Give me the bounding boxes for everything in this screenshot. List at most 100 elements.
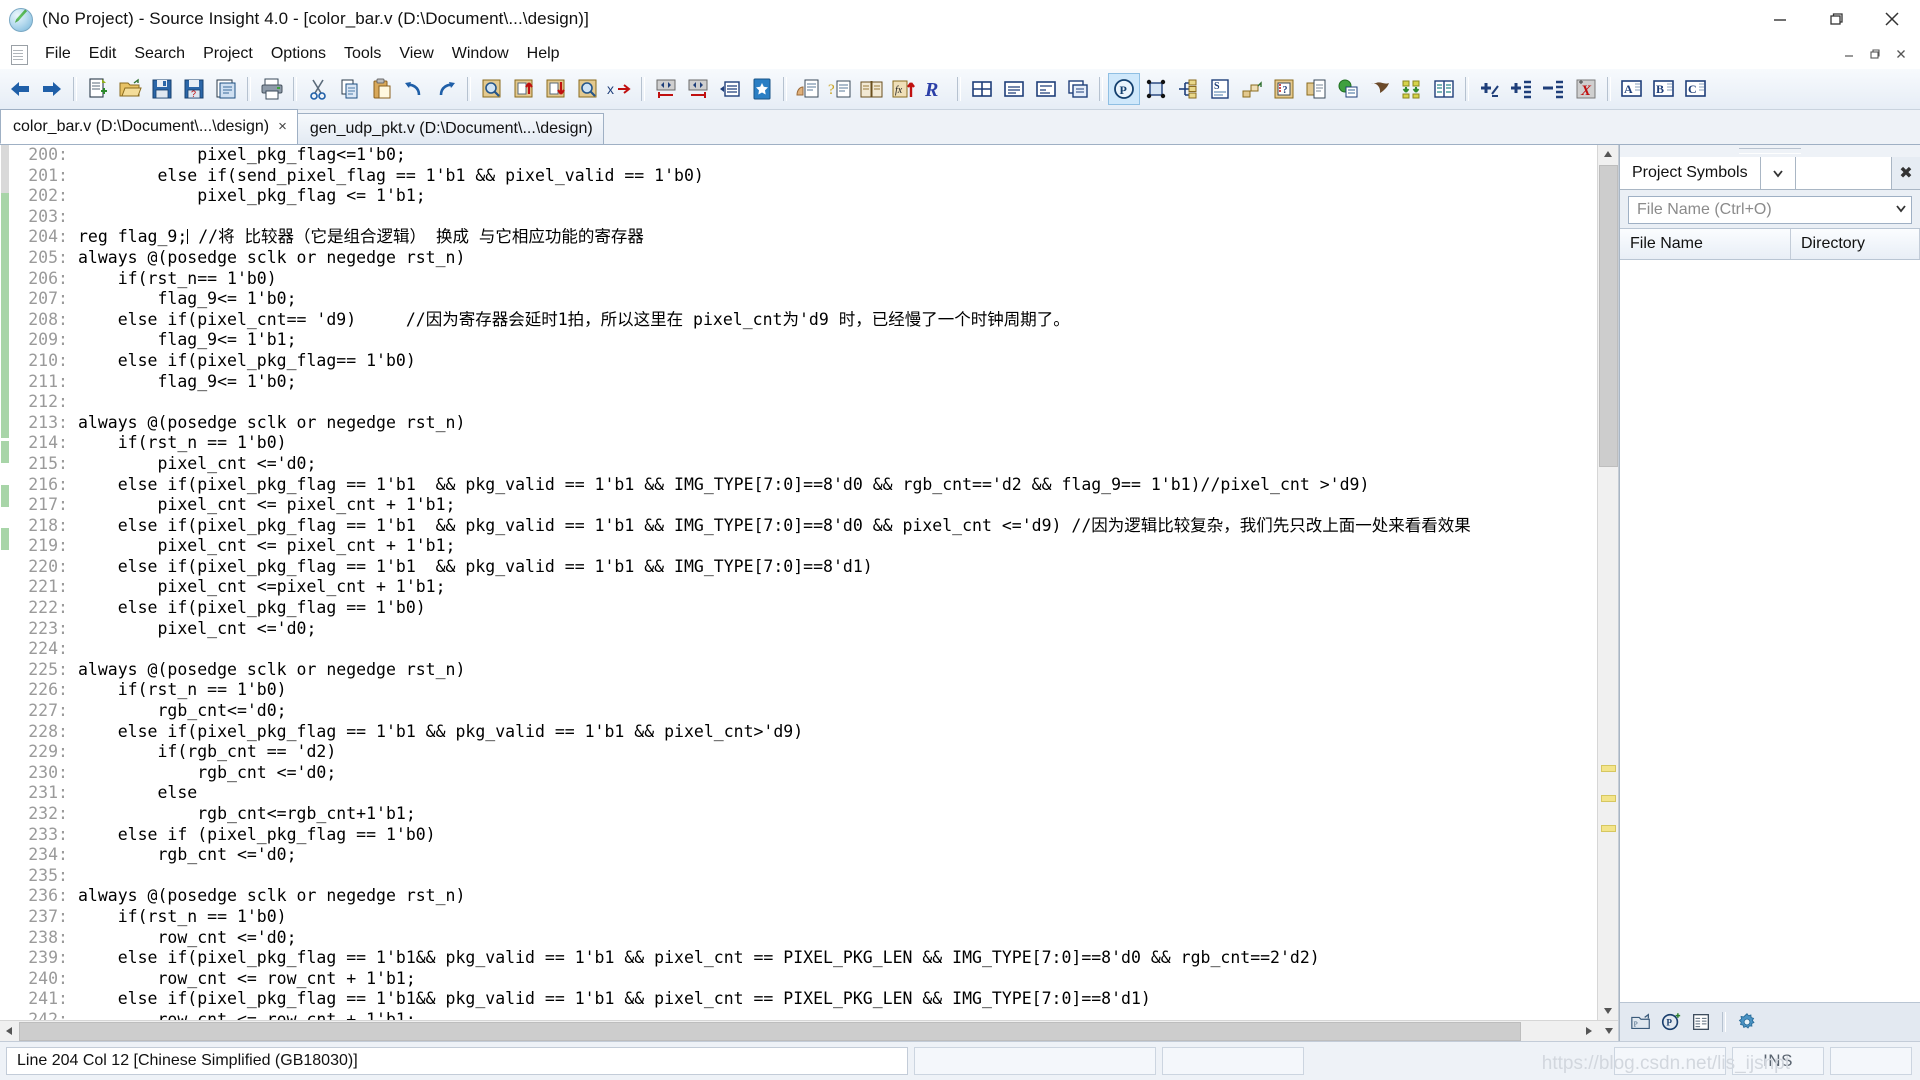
source-code-text[interactable]: 200: pixel_pkg_flag<=1'b0; 201: else if(s…: [12, 145, 1597, 1020]
relation-window-icon[interactable]: R: [920, 73, 952, 105]
highlight-word-icon[interactable]: [792, 73, 824, 105]
code-line[interactable]: 216: else if(pixel_pkg_flag == 1'b1 && p…: [12, 475, 1597, 496]
code-line[interactable]: 239: else if(pixel_pkg_flag == 1'b1&& pk…: [12, 948, 1597, 969]
mdi-close-icon[interactable]: [1888, 44, 1914, 64]
save-all-icon[interactable]: ?: [178, 73, 210, 105]
file-compare-icon[interactable]: [1428, 73, 1460, 105]
search-chevron-down-icon[interactable]: [1895, 201, 1907, 219]
code-line[interactable]: 200: pixel_pkg_flag<=1'b0;: [12, 145, 1597, 166]
add-line-icon[interactable]: [1506, 73, 1538, 105]
minimize-icon[interactable]: [1752, 0, 1808, 38]
jump-prev-icon[interactable]: [650, 73, 682, 105]
scroll-down-icon-h[interactable]: [1600, 1022, 1618, 1040]
code-line[interactable]: 201: else if(send_pixel_flag == 1'b1 && …: [12, 166, 1597, 187]
code-line[interactable]: 233: else if (pixel_pkg_flag == 1'b0): [12, 825, 1597, 846]
replace-icon[interactable]: x: [604, 73, 636, 105]
horizontal-split-icon[interactable]: [998, 73, 1030, 105]
open-file-icon[interactable]: [114, 73, 146, 105]
clip-a-icon[interactable]: A: [1616, 73, 1648, 105]
code-line[interactable]: 211: flag_9<= 1'b0;: [12, 372, 1597, 393]
code-line[interactable]: 222: else if(pixel_pkg_flag == 1'b0): [12, 598, 1597, 619]
column-directory[interactable]: Directory: [1791, 229, 1920, 259]
tab-gen-udp-pkt[interactable]: gen_udp_pkt.v (D:\Document\...\design): [296, 113, 604, 144]
clip-b-icon[interactable]: B: [1648, 73, 1680, 105]
column-file-name[interactable]: File Name: [1620, 229, 1791, 259]
code-line[interactable]: 214: if(rst_n == 1'b0): [12, 433, 1597, 454]
favorite-icon[interactable]: [746, 73, 778, 105]
browse-project-icon[interactable]: [1236, 73, 1268, 105]
code-line[interactable]: 217: pixel_cnt <= pixel_cnt + 1'b1;: [12, 495, 1597, 516]
code-line[interactable]: 236: always @(posedge sclk or negedge rst…: [12, 886, 1597, 907]
relation-graph-icon[interactable]: [1332, 73, 1364, 105]
search-files-icon[interactable]: [572, 73, 604, 105]
settings-gear-icon[interactable]: [1732, 1008, 1762, 1036]
code-line[interactable]: 223: pixel_cnt <='d0;: [12, 619, 1597, 640]
scroll-up-icon[interactable]: [1599, 145, 1617, 163]
code-line[interactable]: 202: pixel_pkg_flag <= 1'b1;: [12, 186, 1597, 207]
code-line[interactable]: 226: if(rst_n == 1'b0): [12, 680, 1597, 701]
search-icon[interactable]: [476, 73, 508, 105]
menu-window[interactable]: Window: [443, 42, 518, 66]
code-line[interactable]: 215: pixel_cnt <='d0;: [12, 454, 1597, 475]
document-system-icon[interactable]: [8, 43, 30, 65]
symbols-table-body[interactable]: [1620, 260, 1920, 1002]
code-line[interactable]: 238: row_cnt <='d0;: [12, 928, 1597, 949]
panel-close-icon[interactable]: ✖: [1892, 157, 1920, 189]
cut-icon[interactable]: [302, 73, 334, 105]
panel-drag-grip[interactable]: [1620, 145, 1920, 157]
compare-files-icon[interactable]: [1396, 73, 1428, 105]
symbol-info-icon[interactable]: S: [1204, 73, 1236, 105]
code-line[interactable]: 242: row_cnt <= row_cnt + 1'b1;: [12, 1010, 1597, 1020]
code-line[interactable]: 220: else if(pixel_pkg_flag == 1'b1 && p…: [12, 557, 1597, 578]
scroll-down-icon[interactable]: [1599, 1002, 1617, 1020]
code-line[interactable]: 203:: [12, 207, 1597, 228]
code-line[interactable]: 205: always @(posedge sclk or negedge rst…: [12, 248, 1597, 269]
print-icon[interactable]: [256, 73, 288, 105]
jump-next-icon[interactable]: [682, 73, 714, 105]
outline-icon[interactable]: [1172, 73, 1204, 105]
code-line[interactable]: 229: if(rgb_cnt == 'd2): [12, 742, 1597, 763]
search-backward-icon[interactable]: [508, 73, 540, 105]
project-listing-icon[interactable]: [1686, 1008, 1716, 1036]
menu-search[interactable]: Search: [125, 42, 194, 66]
open-project-icon[interactable]: P: [1626, 1008, 1656, 1036]
code-line[interactable]: 219: pixel_cnt <= pixel_cnt + 1'b1;: [12, 536, 1597, 557]
clear-bookmarks-icon[interactable]: X: [1570, 73, 1602, 105]
code-line[interactable]: 221: pixel_cnt <=pixel_cnt + 1'b1;: [12, 577, 1597, 598]
code-line[interactable]: 224:: [12, 639, 1597, 660]
new-file-icon[interactable]: [82, 73, 114, 105]
search-forward-icon[interactable]: [540, 73, 572, 105]
close-icon[interactable]: [1864, 0, 1920, 38]
code-line[interactable]: 241: else if(pixel_pkg_flag == 1'b1&& pk…: [12, 989, 1597, 1010]
code-line[interactable]: 218: else if(pixel_pkg_flag == 1'b1 && p…: [12, 516, 1597, 537]
restore-icon[interactable]: [1808, 0, 1864, 38]
code-line[interactable]: 208: else if(pixel_cnt== 'd9) //因为寄存器会延时…: [12, 310, 1597, 331]
tab-close-icon[interactable]: ×: [278, 119, 287, 134]
clip-c-icon[interactable]: C: [1680, 73, 1712, 105]
editor-horizontal-scrollbar[interactable]: [0, 1020, 1618, 1041]
reference-icon[interactable]: [856, 73, 888, 105]
code-line[interactable]: 232: rgb_cnt<=rgb_cnt+1'b1;: [12, 804, 1597, 825]
paste-icon[interactable]: [366, 73, 398, 105]
menu-file[interactable]: File: [36, 42, 80, 66]
file-name-search-input[interactable]: File Name (Ctrl+O): [1628, 196, 1912, 224]
back-icon[interactable]: [4, 73, 36, 105]
code-line[interactable]: 227: rgb_cnt<='d0;: [12, 701, 1597, 722]
remove-line-icon[interactable]: [1538, 73, 1570, 105]
project-window-icon[interactable]: P: [1108, 73, 1140, 105]
menu-help[interactable]: Help: [518, 42, 569, 66]
vertical-scroll-thumb[interactable]: [1599, 165, 1618, 467]
code-line[interactable]: 212:: [12, 392, 1597, 413]
new-project-icon[interactable]: P: [1656, 1008, 1686, 1036]
cascade-windows-icon[interactable]: [1062, 73, 1094, 105]
mdi-minimize-icon[interactable]: [1836, 44, 1862, 64]
save-icon[interactable]: [146, 73, 178, 105]
vertical-split-icon[interactable]: [1030, 73, 1062, 105]
code-line[interactable]: 231: else: [12, 783, 1597, 804]
code-line[interactable]: 210: else if(pixel_pkg_flag== 1'b0): [12, 351, 1597, 372]
mdi-restore-icon[interactable]: [1862, 44, 1888, 64]
chevron-down-icon[interactable]: [1760, 157, 1796, 189]
context-help-icon[interactable]: ?: [824, 73, 856, 105]
close-file-icon[interactable]: [210, 73, 242, 105]
forward-icon[interactable]: [36, 73, 68, 105]
